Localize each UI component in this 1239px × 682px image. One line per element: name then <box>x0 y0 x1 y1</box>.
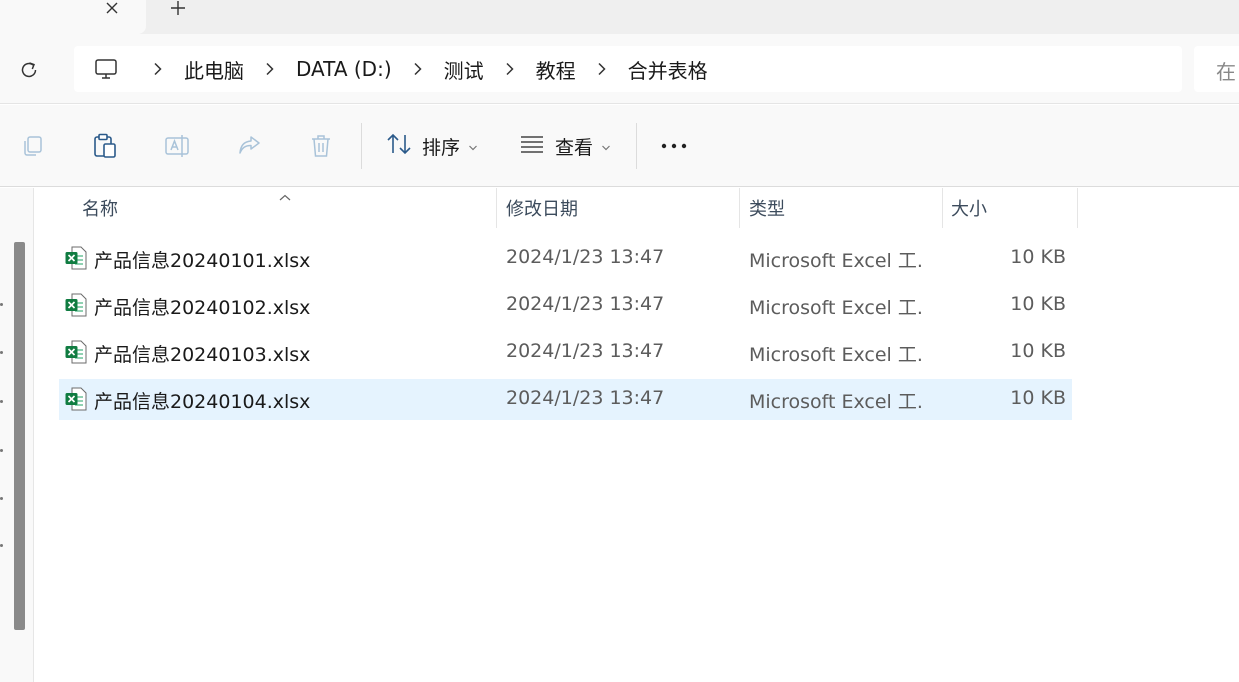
close-icon[interactable] <box>100 0 124 20</box>
trash-icon[interactable] <box>306 131 336 161</box>
breadcrumb[interactable]: 此电脑 DATA (D:) 测试 教程 合并表格 <box>74 46 1182 92</box>
file-date: 2024/1/23 13:47 <box>506 387 665 409</box>
file-size: 10 KB <box>1010 246 1066 268</box>
nav-marker <box>0 497 3 500</box>
chevron-right-icon[interactable] <box>250 46 290 92</box>
chevron-right-icon[interactable] <box>138 46 178 92</box>
view-icon <box>519 131 545 161</box>
search-placeholder: 在 <box>1216 60 1236 84</box>
active-tab[interactable] <box>0 0 146 34</box>
breadcrumb-label[interactable]: DATA (D:) <box>290 57 398 81</box>
view-button[interactable]: 查看 <box>519 129 611 163</box>
column-separator[interactable] <box>1077 188 1078 228</box>
file-type: Microsoft Excel 工... <box>749 250 924 272</box>
copy-icon[interactable] <box>18 131 48 161</box>
command-bar: 排序 查看 <box>0 105 1239 187</box>
column-header-date[interactable]: 修改日期 <box>506 188 738 228</box>
toolbar-divider <box>361 123 362 169</box>
file-date: 2024/1/23 13:47 <box>506 293 665 315</box>
address-bar: 此电脑 DATA (D:) 测试 教程 合并表格 在 <box>0 34 1239 104</box>
column-separator[interactable] <box>942 188 943 228</box>
breadcrumb-test[interactable]: 测试 <box>398 46 490 92</box>
column-header-label: 修改日期 <box>506 199 578 220</box>
share-icon[interactable] <box>234 131 264 161</box>
view-label: 查看 <box>555 136 594 159</box>
excel-file-icon <box>65 246 87 270</box>
column-headers: 名称 修改日期 类型 大小 <box>34 188 1078 228</box>
search-input[interactable]: 在 <box>1194 46 1239 92</box>
file-name: 产品信息20240104.xlsx <box>94 391 311 413</box>
column-separator[interactable] <box>496 188 497 228</box>
column-header-label: 大小 <box>951 199 987 220</box>
file-row[interactable]: 产品信息20240102.xlsx 2024/1/23 13:47 Micros… <box>59 285 1072 326</box>
breadcrumb-tutorial[interactable]: 教程 <box>490 46 582 92</box>
file-row[interactable]: 产品信息20240103.xlsx 2024/1/23 13:47 Micros… <box>59 332 1072 373</box>
excel-file-icon <box>65 293 87 317</box>
file-size: 10 KB <box>1010 293 1066 315</box>
file-type: Microsoft Excel 工... <box>749 344 924 366</box>
file-row[interactable]: 产品信息20240104.xlsx 2024/1/23 13:47 Micros… <box>59 379 1072 420</box>
file-size: 10 KB <box>1010 387 1066 409</box>
sort-button[interactable]: 排序 <box>386 129 478 163</box>
excel-file-icon <box>65 340 87 364</box>
file-type: Microsoft Excel 工... <box>749 391 924 413</box>
more-options-icon[interactable] <box>659 131 689 161</box>
column-header-type[interactable]: 类型 <box>749 188 941 228</box>
nav-marker <box>0 400 3 403</box>
chevron-right-icon[interactable] <box>398 46 438 92</box>
breadcrumb-this-pc[interactable]: 此电脑 <box>138 46 250 92</box>
file-name: 产品信息20240102.xlsx <box>94 297 311 319</box>
chevron-down-icon <box>601 137 611 156</box>
column-separator[interactable] <box>739 188 740 228</box>
nav-marker <box>0 544 3 547</box>
plus-icon[interactable] <box>166 0 190 20</box>
breadcrumb-label[interactable]: 此电脑 <box>178 55 250 84</box>
breadcrumb-data-drive[interactable]: DATA (D:) <box>250 46 398 92</box>
nav-marker <box>0 351 3 354</box>
chevron-right-icon[interactable] <box>582 46 622 92</box>
nav-marker <box>0 449 3 452</box>
paste-icon[interactable] <box>90 131 120 161</box>
computer-icon[interactable] <box>74 46 138 92</box>
column-header-label: 类型 <box>749 199 785 220</box>
column-header-label: 名称 <box>82 199 118 220</box>
chevron-right-icon[interactable] <box>490 46 530 92</box>
file-name: 产品信息20240101.xlsx <box>94 250 311 272</box>
chevron-down-icon <box>468 137 478 156</box>
column-header-size[interactable]: 大小 <box>951 188 1077 228</box>
tab-strip <box>0 0 1239 34</box>
file-date: 2024/1/23 13:47 <box>506 340 665 362</box>
file-row[interactable]: 产品信息20240101.xlsx 2024/1/23 13:47 Micros… <box>59 238 1072 279</box>
breadcrumb-label[interactable]: 测试 <box>438 55 490 84</box>
file-date: 2024/1/23 13:47 <box>506 246 665 268</box>
nav-scrollbar[interactable] <box>14 242 25 630</box>
nav-marker <box>0 303 3 306</box>
toolbar-divider <box>636 123 637 169</box>
column-header-name[interactable]: 名称 <box>82 188 492 228</box>
breadcrumb-label[interactable]: 教程 <box>530 55 582 84</box>
breadcrumb-label[interactable]: 合并表格 <box>622 55 714 84</box>
refresh-icon[interactable] <box>14 55 44 85</box>
rename-icon[interactable] <box>162 131 192 161</box>
excel-file-icon <box>65 387 87 411</box>
file-size: 10 KB <box>1010 340 1066 362</box>
file-type: Microsoft Excel 工... <box>749 297 924 319</box>
breadcrumb-merge-tables[interactable]: 合并表格 <box>582 46 714 92</box>
sort-icon <box>386 131 412 161</box>
file-name: 产品信息20240103.xlsx <box>94 344 311 366</box>
navigation-pane <box>0 188 34 682</box>
sort-label: 排序 <box>422 136 461 159</box>
